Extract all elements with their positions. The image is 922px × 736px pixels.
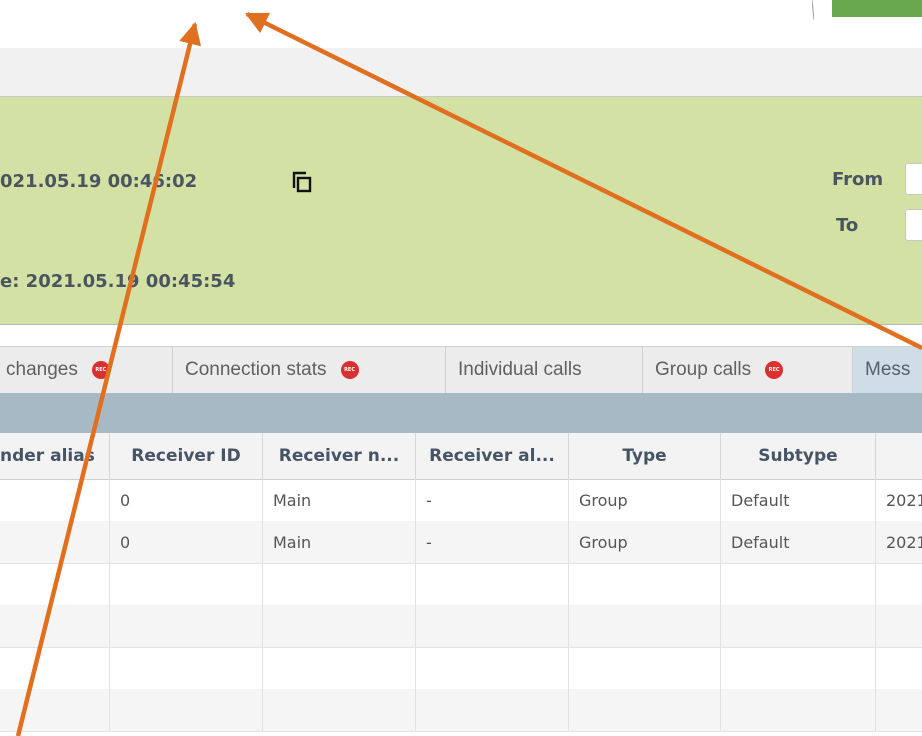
to-date-input[interactable]	[905, 209, 922, 241]
column-header-sender-alias[interactable]: nder alias	[0, 433, 110, 479]
column-header-date[interactable]	[876, 433, 922, 479]
toolbar	[0, 48, 922, 97]
tab-label: changes	[6, 359, 78, 380]
copy-icon[interactable]	[292, 171, 312, 193]
info-timestamp-2: e: 2021.05.19 00:45:54	[0, 271, 236, 292]
cell-date	[876, 647, 922, 689]
cell-sender-alias	[0, 521, 110, 563]
cell-receiver-alias	[416, 605, 569, 647]
cell-sender-alias	[0, 563, 110, 605]
cell-type	[569, 647, 721, 689]
cell-receiver-name	[263, 563, 416, 605]
cell-subtype	[721, 689, 876, 731]
cell-type	[569, 605, 721, 647]
tab-group-calls[interactable]: Group calls REC	[643, 347, 853, 393]
filter-strip	[0, 393, 922, 433]
info-panel: 021.05.19 00:46:02 e: 2021.05.19 00:45:5…	[0, 97, 922, 325]
cell-sender-alias	[0, 479, 110, 521]
table-row[interactable]	[0, 647, 922, 690]
cell-sender-alias	[0, 605, 110, 647]
cell-subtype	[721, 647, 876, 689]
cell-receiver-alias: -	[416, 521, 569, 563]
cell-receiver-name: Main	[263, 479, 416, 521]
cell-sender-alias	[0, 647, 110, 689]
cell-type	[569, 563, 721, 605]
cell-type: Group	[569, 521, 721, 563]
tab-changes[interactable]: changes REC	[0, 347, 173, 393]
cell-date: 2021	[886, 490, 922, 510]
cell-date	[876, 563, 922, 605]
table-header: nder alias Receiver ID Receiver n... Rec…	[0, 433, 922, 480]
tab-label: Mess	[865, 359, 911, 380]
cell-date: 2021	[886, 532, 922, 552]
table-row[interactable]: 0 Main - Group Default 2021	[0, 521, 922, 564]
decorative-green-block	[832, 0, 922, 17]
rec-badge-icon: REC	[340, 361, 359, 379]
from-label: From	[832, 169, 884, 190]
cell-receiver-name: Main	[263, 521, 416, 563]
cell-receiver-alias: -	[416, 479, 569, 521]
cell-subtype: Default	[721, 479, 876, 521]
tab-connection-stats[interactable]: Connection stats REC	[173, 347, 446, 393]
tab-bar: changes REC Connection stats REC Individ…	[0, 346, 922, 394]
tab-label: Individual calls	[458, 359, 582, 380]
decorative-line	[812, 0, 814, 20]
cell-receiver-name	[263, 605, 416, 647]
cell-receiver-name	[263, 689, 416, 731]
column-header-receiver-name[interactable]: Receiver n...	[263, 433, 416, 479]
table-row[interactable]: 0 Main - Group Default 2021	[0, 479, 922, 522]
tab-messages[interactable]: Mess	[853, 347, 922, 393]
tab-individual-calls[interactable]: Individual calls	[446, 347, 643, 393]
column-header-type[interactable]: Type	[569, 433, 721, 479]
cell-sender-alias	[0, 689, 110, 731]
rec-badge-icon: REC	[765, 361, 784, 379]
cell-receiver-alias	[416, 563, 569, 605]
cell-date	[876, 689, 922, 731]
rec-badge-icon: REC	[91, 361, 110, 379]
cell-subtype: Default	[721, 521, 876, 563]
column-header-receiver-id[interactable]: Receiver ID	[110, 433, 263, 479]
table-row[interactable]	[0, 605, 922, 648]
table-row[interactable]	[0, 563, 922, 606]
info-timestamp-1: 021.05.19 00:46:02	[0, 171, 198, 192]
cell-receiver-name	[263, 647, 416, 689]
cell-type: Group	[569, 479, 721, 521]
cell-receiver-alias	[416, 689, 569, 731]
table-row[interactable]	[0, 689, 922, 732]
cell-receiver-id	[110, 605, 263, 647]
cell-receiver-id	[110, 689, 263, 731]
cell-receiver-id: 0	[110, 479, 263, 521]
cell-subtype	[721, 605, 876, 647]
cell-receiver-id: 0	[110, 521, 263, 563]
to-label: To	[836, 215, 859, 236]
cell-receiver-id	[110, 647, 263, 689]
tab-label: Connection stats	[185, 359, 327, 380]
cell-subtype	[721, 563, 876, 605]
from-date-input[interactable]	[905, 163, 922, 195]
tab-label: Group calls	[655, 359, 752, 380]
cell-receiver-id	[110, 563, 263, 605]
cell-type	[569, 689, 721, 731]
cell-date	[876, 605, 922, 647]
top-blank-area	[0, 0, 922, 48]
column-header-subtype[interactable]: Subtype	[721, 433, 876, 479]
cell-receiver-alias	[416, 647, 569, 689]
column-header-receiver-alias[interactable]: Receiver al...	[416, 433, 569, 479]
